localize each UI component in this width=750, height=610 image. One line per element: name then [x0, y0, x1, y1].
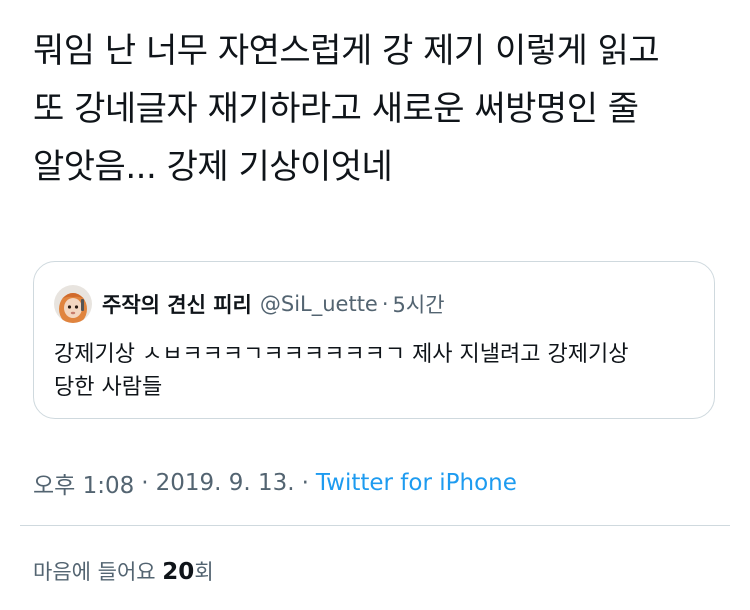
tweet-time[interactable]: 오후 1:08 [33, 466, 134, 500]
separator-dot: · [381, 292, 389, 316]
divider [20, 525, 730, 526]
likes-count: 20 [162, 559, 195, 585]
likes-suffix: 회 [194, 560, 214, 584]
quoted-author-handle[interactable]: @SiL_uette [260, 292, 378, 316]
quoted-tweet-header: 주작의 견신 피리 @SiL_uette · 5시간 [54, 284, 445, 324]
separator-dot: · [301, 470, 309, 496]
likes-label: 마음에 들어요 [33, 560, 156, 584]
quoted-author-name[interactable]: 주작의 견신 피리 [102, 289, 252, 319]
tweet-date[interactable]: 2019. 9. 13. [156, 470, 295, 496]
tweet-source-link[interactable]: Twitter for iPhone [316, 470, 517, 496]
avatar-image [54, 285, 92, 323]
avatar[interactable] [54, 285, 92, 323]
quoted-tweet-card[interactable]: 주작의 견신 피리 @SiL_uette · 5시간 강제기상 ㅅㅂㅋㅋㅋㄱㅋㅋ… [33, 261, 715, 419]
tweet-text: 뭐임 난 너무 자연스럽게 강 제기 이렇게 읽고 또 강네글자 재기하라고 새… [33, 31, 660, 187]
separator-dot: · [141, 470, 149, 496]
quoted-tweet-time[interactable]: 5시간 [393, 289, 445, 319]
quoted-tweet-text: 강제기상 ㅅㅂㅋㅋㅋㄱㅋㅋㅋㅋㅋㅋㄱ 제사 지낼려고 강제기상 당한 사람들 [54, 342, 629, 400]
likes-stat[interactable]: 마음에 들어요 20회 [33, 556, 214, 586]
tweet-metadata: 오후 1:08 · 2019. 9. 13. · Twitter for iPh… [33, 466, 517, 500]
